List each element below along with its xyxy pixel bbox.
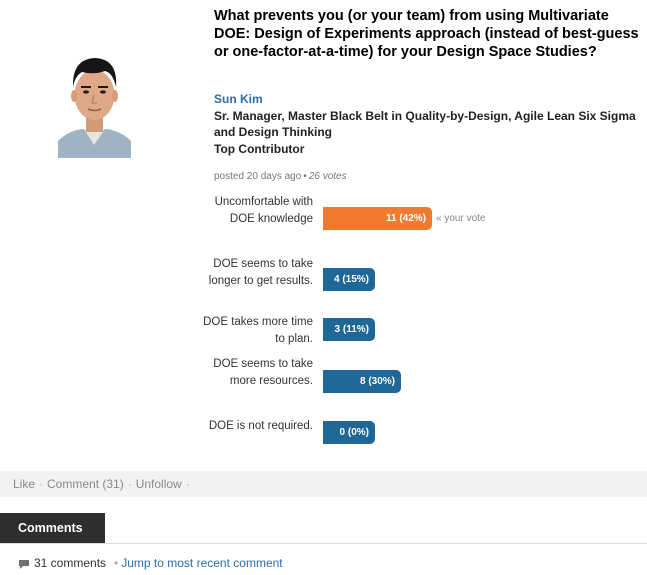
jump-to-recent-comment-link[interactable]: Jump to most recent comment	[121, 555, 282, 571]
discussion-title[interactable]: What prevents you (or your team) from us…	[214, 7, 644, 61]
author-name-link[interactable]: Sun Kim	[214, 92, 263, 106]
top-contributor-badge: Top Contributor	[214, 142, 305, 156]
tab-comments[interactable]: Comments	[0, 513, 105, 544]
poll-option-label: DOE takes more time to plan.	[203, 316, 313, 345]
unfollow-link[interactable]: Unfollow	[136, 477, 182, 491]
poll-option-label: DOE is not required.	[208, 420, 313, 432]
poll-result-bar: 4 (15%)	[323, 268, 375, 291]
separator: ·	[185, 477, 190, 491]
separator: ·	[39, 477, 44, 491]
comments-count: 31 comments	[34, 556, 107, 570]
poll-option-label: DOE seems to take longer to get results.	[208, 258, 313, 287]
tab-divider	[0, 543, 647, 544]
avatar-photo	[58, 45, 131, 158]
vote-count: 26 votes	[308, 171, 347, 182]
your-vote-marker: « your vote	[436, 213, 486, 224]
comments-summary: 31 comments • Jump to most recent commen…	[18, 555, 283, 571]
separator: ·	[127, 477, 132, 491]
meta-separator: •	[303, 171, 307, 182]
author-headline: Sr. Manager, Master Black Belt in Qualit…	[214, 109, 636, 139]
like-link[interactable]: Like	[13, 477, 35, 491]
comment-bubble-icon	[18, 558, 30, 569]
posted-time: posted 20 days ago	[214, 171, 302, 182]
poll-result-bar: 3 (11%)	[323, 318, 375, 341]
poll-result-bar: 0 (0%)	[323, 421, 375, 444]
poll-result-bar: 8 (30%)	[323, 370, 401, 393]
author-avatar[interactable]	[58, 45, 131, 158]
poll-option-label: DOE seems to take more resources.	[213, 358, 313, 387]
separator: •	[114, 556, 119, 570]
poll-option-label: Uncomfortable with DOE knowledge	[214, 196, 313, 225]
actions-bar: Like · Comment (31) · Unfollow ·	[0, 471, 647, 497]
post-meta: posted 20 days ago • 26 votes	[214, 171, 347, 182]
comment-link[interactable]: Comment (31)	[47, 477, 124, 491]
poll-result-bar: 11 (42%)	[323, 207, 432, 230]
